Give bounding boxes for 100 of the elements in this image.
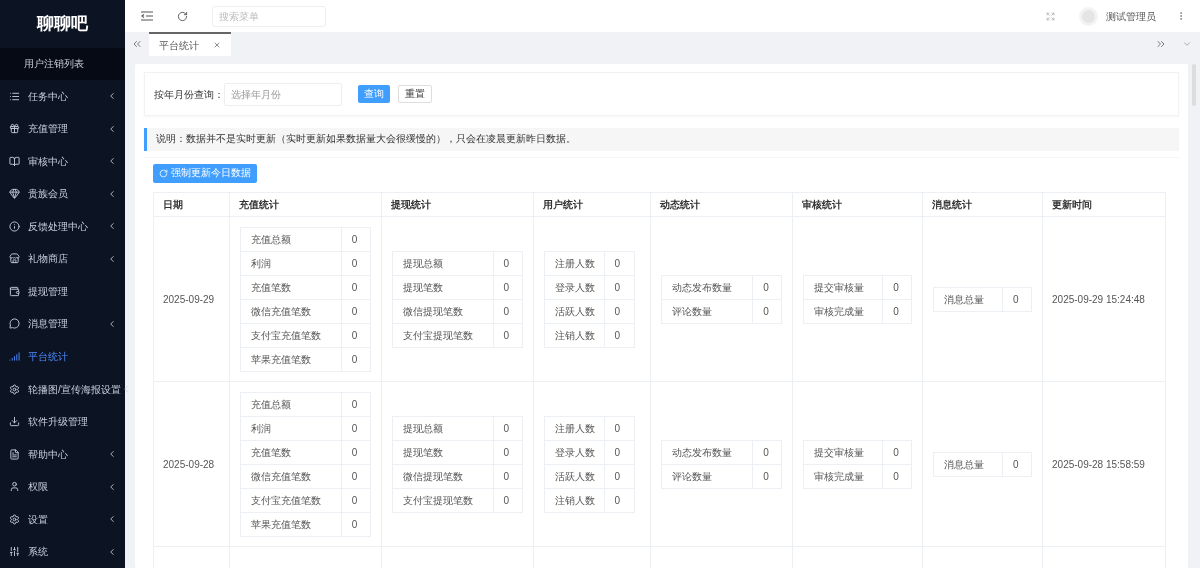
sidebar-item[interactable]: 设置	[0, 503, 125, 536]
scroll-left-icon[interactable]	[131, 38, 143, 50]
stat-value-cell: 0	[493, 464, 522, 488]
stat-value-cell: 0	[341, 275, 371, 299]
stat-label-cell: 审核完成量	[803, 299, 883, 323]
menu-collapse-icon[interactable]	[141, 11, 153, 21]
stat-value-cell: 0	[604, 251, 634, 275]
stat-value-cell: 0	[341, 440, 371, 464]
column-header: 日期	[153, 192, 230, 217]
stat-value-cell: 0	[752, 299, 782, 323]
app-logo: 聊聊吧	[37, 13, 88, 36]
stat-label-cell: 活跃人数	[544, 464, 604, 488]
column-header: 消息统计	[922, 192, 1043, 217]
user-name[interactable]: 测试管理员	[1106, 8, 1156, 24]
stat-value-cell: 0	[604, 440, 634, 464]
gift-icon	[9, 123, 20, 135]
store-icon	[9, 253, 20, 265]
sidebar-item[interactable]: 提现管理	[0, 275, 125, 308]
gem-icon	[9, 188, 20, 200]
stat-label-cell: 微信提现笔数	[392, 299, 493, 323]
stat-value-cell: 0	[604, 416, 634, 440]
stat-value-cell: 0	[882, 299, 912, 323]
chat-bubble-icon	[9, 318, 20, 330]
stat-label-cell: 注册人数	[544, 251, 604, 275]
scroll-right-icon[interactable]	[1155, 38, 1167, 50]
sidebar-item[interactable]: 礼物商店	[0, 242, 125, 276]
stat-value-cell: 0	[341, 323, 371, 347]
stat-label-cell: 动态发布数量	[661, 440, 753, 464]
sidebar-item[interactable]: 权限	[0, 470, 125, 503]
stat-value-cell: 0	[604, 488, 634, 512]
avatar	[1079, 6, 1098, 26]
stat-value-cell: 0	[493, 488, 522, 512]
sidebar-subitem[interactable]: 用户注销列表	[0, 47, 125, 80]
stat-value-cell: 0	[752, 440, 782, 464]
page-tab[interactable]: 平台统计	[149, 32, 231, 56]
stat-label-cell: 登录人数	[544, 440, 604, 464]
stat-value-cell: 0	[341, 488, 371, 512]
update-time: 2025-09-29 15:24:48	[1052, 293, 1145, 305]
stat-value-cell: 0	[493, 416, 522, 440]
reset-button[interactable]: 重置	[398, 85, 432, 103]
sidebar-item[interactable]: 消息管理	[0, 307, 125, 341]
stat-label-cell: 登录人数	[544, 275, 604, 299]
sidebar-item[interactable]: 贵族会员	[0, 177, 125, 211]
close-icon[interactable]	[213, 41, 221, 49]
gear-icon	[9, 383, 20, 395]
stat-label-cell: 注销人数	[544, 488, 604, 512]
date-cell: 2025-09-28	[163, 458, 215, 470]
stat-label-cell: 微信充值笔数	[240, 464, 342, 488]
stat-label-cell: 消息总量	[933, 287, 1003, 311]
stat-label-cell: 微信提现笔数	[392, 464, 493, 488]
stat-value-cell: 0	[341, 347, 371, 371]
info-icon	[9, 220, 20, 232]
column-header: 审核统计	[792, 192, 923, 217]
sidebar-item[interactable]: 帮助中心	[0, 437, 125, 471]
book-icon	[9, 155, 20, 167]
sidebar-item[interactable]: 软件升级管理	[0, 405, 125, 438]
document-icon	[9, 448, 20, 460]
sidebar-item[interactable]: 系统	[0, 535, 125, 568]
stat-value-cell: 0	[341, 227, 371, 251]
refresh-icon[interactable]	[177, 10, 188, 22]
stat-value-cell: 0	[882, 440, 912, 464]
sidebar-item[interactable]: 平台统计	[0, 340, 125, 373]
stat-value-cell: 0	[341, 464, 371, 488]
sidebar-item[interactable]: 审核中心	[0, 144, 125, 178]
stat-value-cell: 0	[604, 323, 634, 347]
fullscreen-icon[interactable]	[1046, 11, 1055, 21]
stat-label-cell: 充值笔数	[240, 440, 342, 464]
stat-label-cell: 苹果充值笔数	[240, 347, 342, 371]
stat-value-cell: 0	[1002, 452, 1032, 476]
month-field[interactable]: 选择年月份	[224, 82, 342, 106]
column-header: 用户统计	[533, 192, 651, 217]
list-icon	[9, 90, 20, 102]
stat-label-cell: 充值笔数	[240, 275, 342, 299]
column-header: 提现统计	[381, 192, 533, 217]
download-icon	[9, 416, 20, 428]
stat-value-cell: 0	[493, 251, 522, 275]
stat-label-cell: 充值总额	[240, 392, 342, 416]
sidebar-item[interactable]: 充值管理	[0, 112, 125, 145]
stat-label-cell: 提现笔数	[392, 440, 493, 464]
stat-label-cell: 提现笔数	[392, 275, 493, 299]
stat-label-cell: 提交审核量	[803, 275, 883, 299]
stat-value-cell: 0	[341, 416, 371, 440]
query-label: 按年月份查询：	[154, 87, 224, 102]
user-icon	[9, 481, 20, 493]
dropdown-icon[interactable]	[1182, 39, 1192, 49]
sidebar-item[interactable]: 反馈处理中心	[0, 210, 125, 243]
sidebar-item[interactable]: 任务中心	[0, 79, 125, 113]
stat-value-cell: 0	[882, 275, 912, 299]
column-header: 更新时间	[1042, 192, 1166, 217]
stat-value-cell: 0	[493, 299, 522, 323]
sidebar-item[interactable]: 轮播图/宣传海报设置	[0, 372, 125, 406]
settings-icon	[9, 513, 20, 525]
refresh-icon	[159, 169, 168, 178]
stat-label-cell: 提交审核量	[803, 440, 883, 464]
sliders-icon	[9, 546, 20, 558]
stat-label-cell: 支付宝提现笔数	[392, 323, 493, 347]
column-header: 动态统计	[650, 192, 793, 217]
stat-label-cell: 充值总额	[240, 227, 342, 251]
stat-label-cell: 利润	[240, 416, 342, 440]
stat-value-cell: 0	[882, 464, 912, 488]
